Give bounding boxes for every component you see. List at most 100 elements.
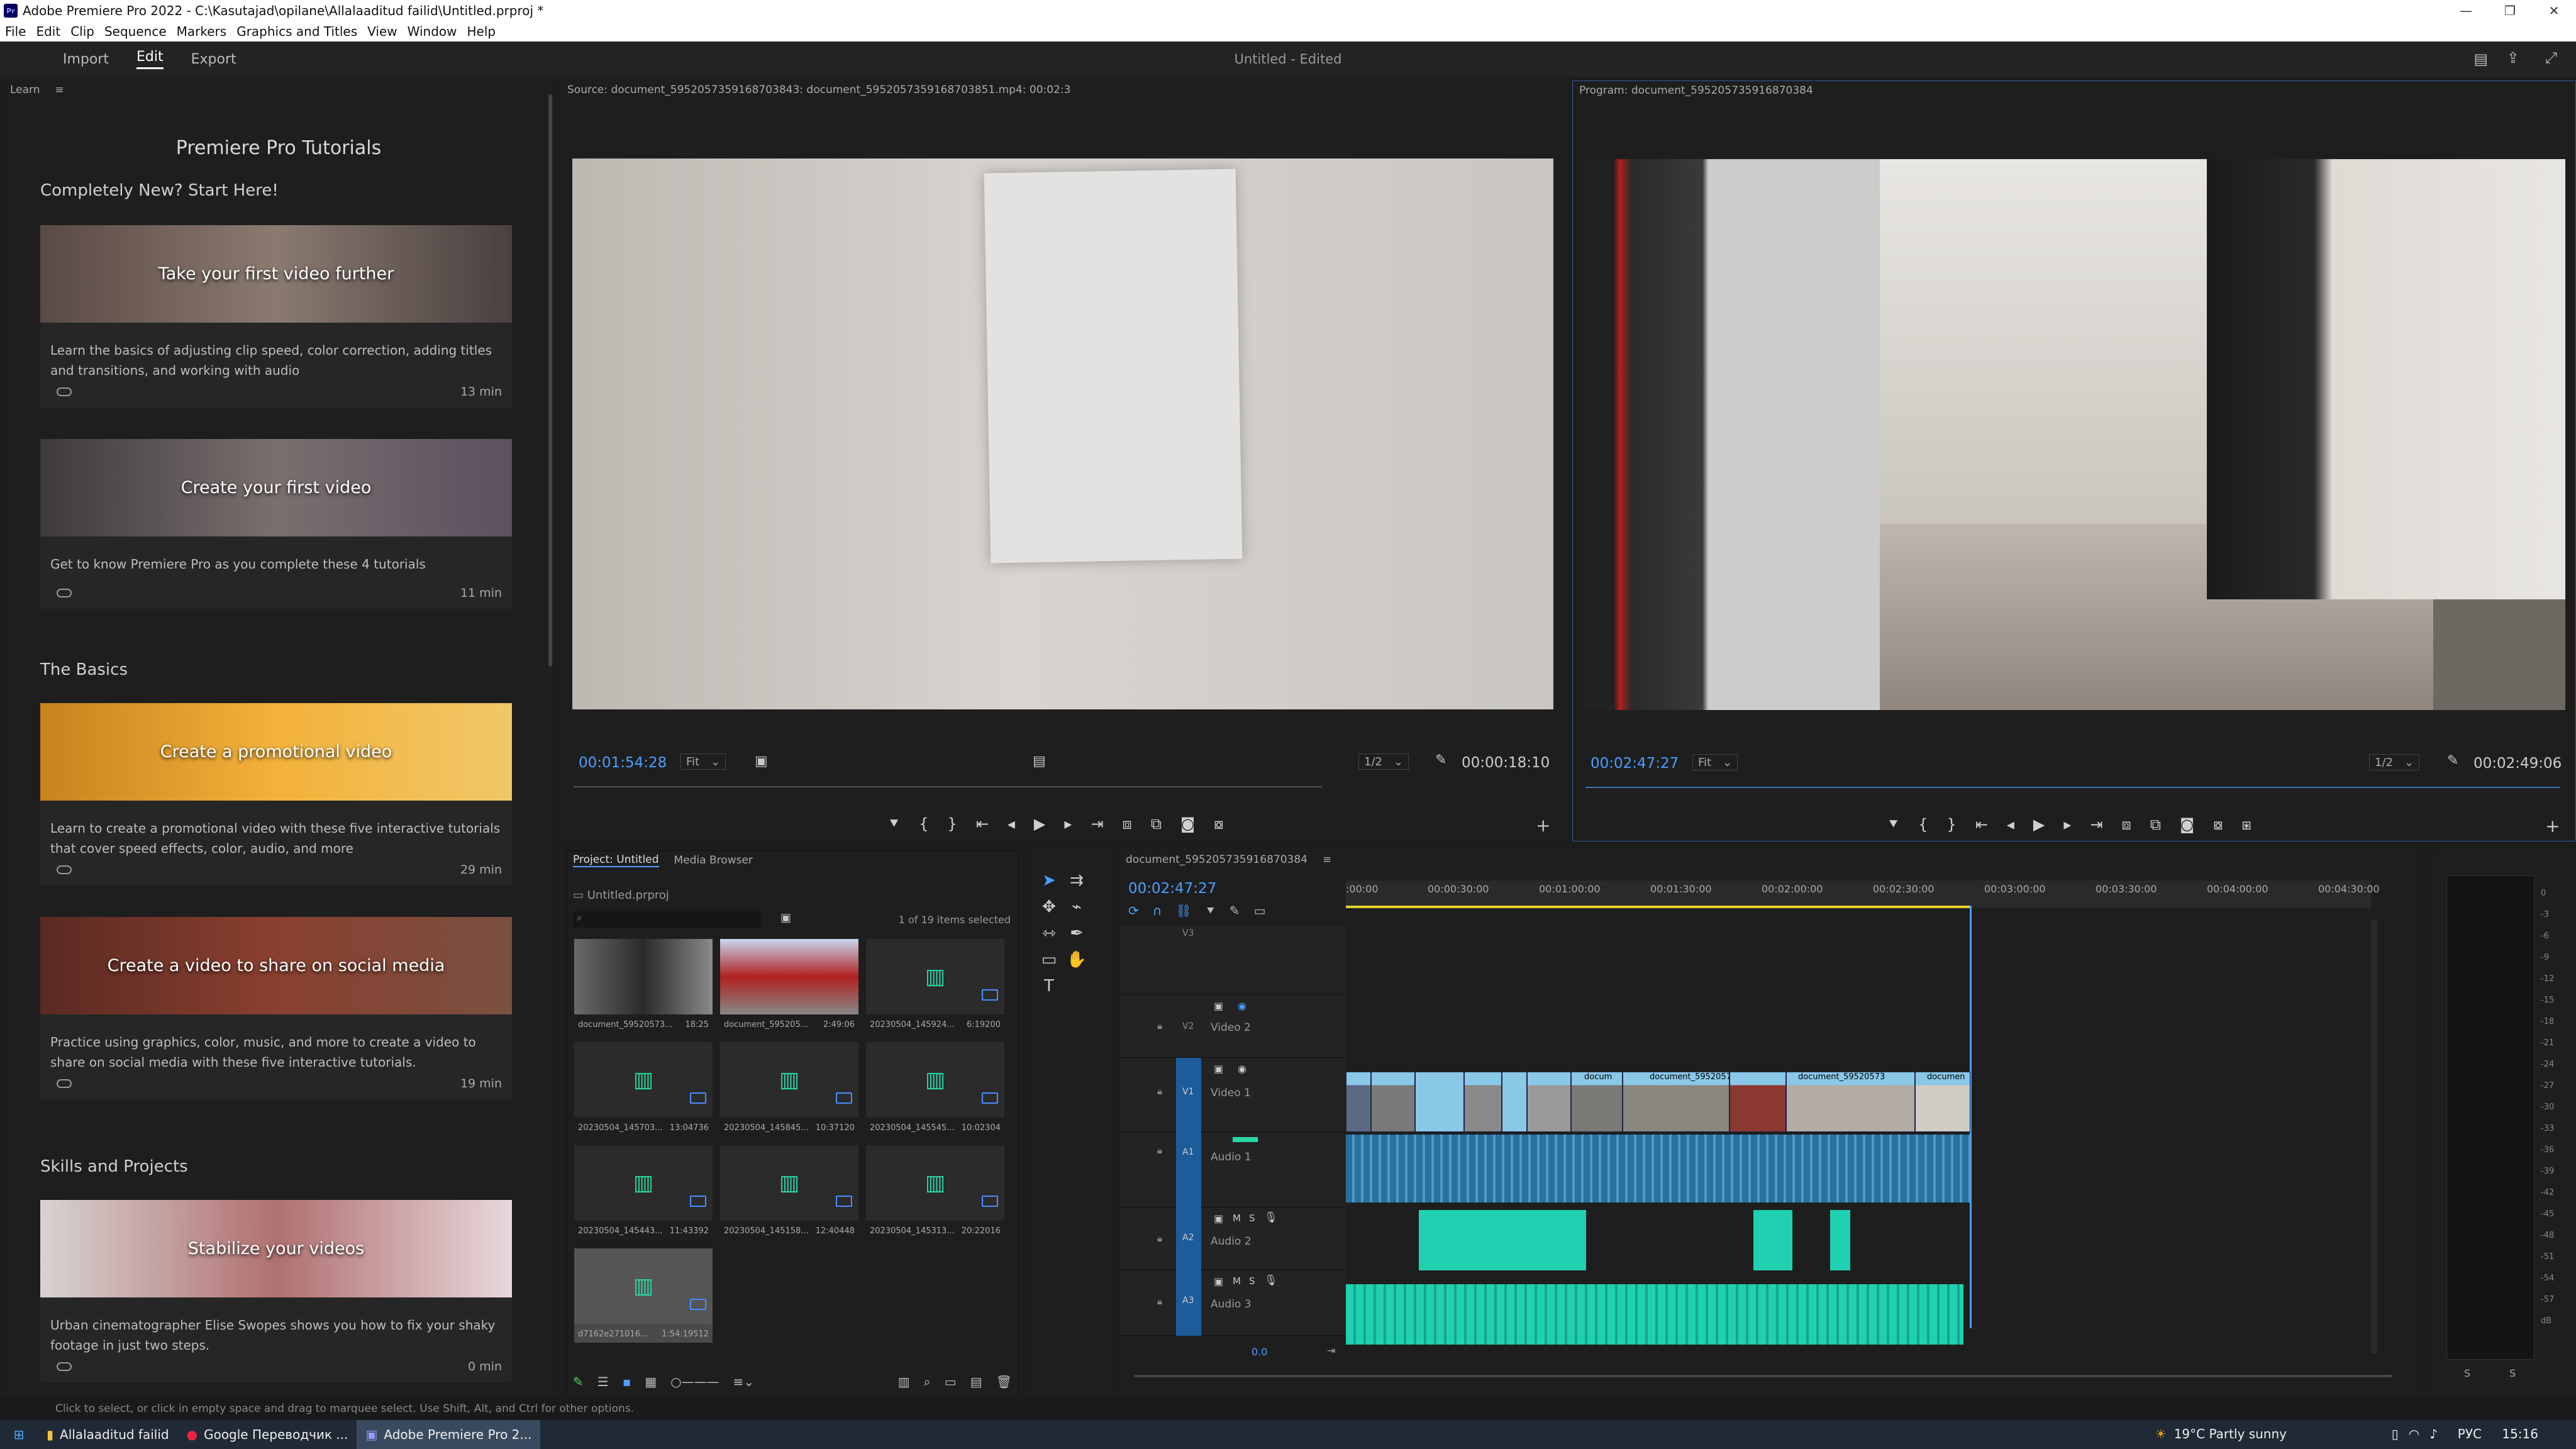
find-icon[interactable]: ⌕ <box>924 1374 931 1389</box>
program-scrubber[interactable] <box>1585 787 2560 788</box>
step-back-icon[interactable]: ◂ <box>1008 815 1015 833</box>
go-to-in-icon[interactable]: ⇤ <box>976 815 989 833</box>
video-clip[interactable] <box>1464 1072 1502 1132</box>
list-view-icon[interactable]: ☰ <box>597 1374 609 1389</box>
video-clip[interactable] <box>1371 1072 1415 1132</box>
mark-in-icon[interactable]: { <box>919 815 928 833</box>
wrench-icon[interactable]: ✎ <box>2447 753 2458 769</box>
snap-icon[interactable]: ∩ <box>1153 903 1162 918</box>
play-icon[interactable]: ▶ <box>1034 815 1045 833</box>
project-item[interactable]: ▥ 20230504_145443... 11:43392 <box>574 1145 713 1240</box>
new-bin-icon[interactable]: ▭ <box>945 1374 957 1389</box>
fullscreen-icon[interactable]: ⤢ <box>2545 49 2557 67</box>
new-item-icon[interactable]: ▤ <box>970 1374 982 1389</box>
source-video-frame[interactable] <box>572 158 1553 709</box>
source-timecode[interactable]: 00:01:54:28 <box>579 755 667 771</box>
menu-graphics[interactable]: Graphics and Titles <box>236 24 357 39</box>
extract-icon[interactable]: ⧉ <box>2150 816 2161 833</box>
task-chrome[interactable]: ● Google Переводчик ... <box>178 1420 357 1449</box>
camera-icon[interactable]: ◙ <box>1180 815 1195 833</box>
menu-view[interactable]: View <box>367 24 397 39</box>
tab-import[interactable]: Import <box>63 52 109 67</box>
settings-wrench-icon[interactable]: ✎ <box>1230 903 1240 918</box>
timeline-vertical-scrollbar[interactable] <box>2371 919 2377 1353</box>
battery-icon[interactable]: ▯ <box>2392 1426 2399 1441</box>
workspaces-icon[interactable]: ▤ <box>2473 50 2488 68</box>
film-icon[interactable]: ▣ <box>1214 1063 1223 1075</box>
solo-icon[interactable]: S <box>1249 1275 1255 1287</box>
program-video-frame[interactable] <box>1584 159 2565 710</box>
add-marker-icon[interactable]: ⯆ <box>1206 903 1216 918</box>
tutorial-card[interactable]: Create a promotional video Learn to crea… <box>40 703 512 886</box>
audio-clip[interactable] <box>1753 1210 1792 1270</box>
source-scrubber[interactable] <box>574 786 1322 787</box>
tutorial-card[interactable]: Stabilize your videos Urban cinematograp… <box>40 1200 512 1382</box>
project-item[interactable]: document_59520573... 18:25 <box>574 939 713 1033</box>
project-item[interactable]: ▥ 20230504_145845... 10:37120 <box>720 1042 858 1136</box>
rectangle-tool-icon[interactable]: ▭ <box>1036 947 1062 972</box>
menu-file[interactable]: File <box>5 24 26 39</box>
camera-icon[interactable]: ◙ <box>2180 816 2194 833</box>
wrench-icon[interactable]: ✎ <box>1435 752 1446 768</box>
mark-in-icon[interactable]: { <box>1918 816 1928 833</box>
program-fit-select[interactable]: Fit ⌄ <box>1692 754 1738 770</box>
panel-menu-icon[interactable]: ≡ <box>55 84 64 96</box>
audio-clip[interactable] <box>1419 1210 1502 1270</box>
wifi-icon[interactable]: ◠ <box>2409 1426 2419 1441</box>
slip-tool-icon[interactable]: ⇿ <box>1036 921 1062 946</box>
project-item[interactable]: ▥ 20230504_145924... 6:19200 <box>866 939 1004 1033</box>
play-icon[interactable]: ▶ <box>2033 816 2045 833</box>
tutorial-card[interactable]: Create your first video Get to know Prem… <box>40 439 512 609</box>
menu-clip[interactable]: Clip <box>70 24 94 39</box>
lock-icon[interactable]: 🔒︎ <box>1157 1145 1162 1156</box>
audio-clip[interactable] <box>1497 1210 1586 1270</box>
lock-icon[interactable]: 🔒︎ <box>1157 1020 1162 1031</box>
master-volume[interactable]: 0.0 <box>1252 1346 1267 1358</box>
sort-icon[interactable]: ≡⌄ <box>733 1374 755 1389</box>
tutorial-card[interactable]: Create a video to share on social media … <box>40 917 512 1099</box>
film-icon[interactable]: ▣ <box>1214 1213 1223 1224</box>
project-search-input[interactable]: ⌕ <box>573 911 762 928</box>
tab-edit[interactable]: Edit <box>136 49 164 69</box>
lock-icon[interactable]: 🔒︎ <box>1157 1233 1162 1244</box>
film-icon[interactable]: ▣ <box>1214 1275 1223 1287</box>
hand-tool-icon[interactable]: ✋ <box>1064 947 1089 972</box>
freeform-view-icon[interactable]: ▦ <box>645 1374 657 1389</box>
settings-icon[interactable]: ▤ <box>1033 753 1046 769</box>
track-select-tool-icon[interactable]: ⇉ <box>1064 868 1089 893</box>
share-icon[interactable]: ⇪ <box>2507 49 2519 67</box>
marker-icon[interactable]: ⯆ <box>888 815 900 833</box>
tab-media-browser[interactable]: Media Browser <box>674 854 753 867</box>
tab-project[interactable]: Project: Untitled <box>573 853 659 867</box>
go-to-end-icon[interactable]: ⇥ <box>1327 1345 1335 1357</box>
insert-icon[interactable]: ⧈ <box>1123 815 1132 833</box>
program-label[interactable]: Program: document_595205735916870384 <box>1579 84 1813 97</box>
mute-icon[interactable]: M <box>1233 1213 1241 1224</box>
solo-right-button[interactable]: S <box>2509 1367 2516 1379</box>
project-item[interactable]: ▥ 20230504_145703... 13:04736 <box>574 1042 713 1136</box>
microphone-icon[interactable]: 🎙︎ <box>1264 1211 1278 1224</box>
menu-window[interactable]: Window <box>408 24 457 39</box>
video-clip[interactable]: document_59520573 <box>1786 1072 1915 1132</box>
go-to-in-icon[interactable]: ⇤ <box>1975 816 1988 833</box>
sequence-tab[interactable]: document_595205735916870384 <box>1126 853 1307 866</box>
video-clip[interactable] <box>1729 1072 1786 1132</box>
marker-icon[interactable]: ⯆ <box>1887 816 1899 833</box>
panel-menu-icon[interactable]: ≡ <box>1323 853 1331 866</box>
menu-help[interactable]: Help <box>467 24 496 39</box>
step-back-icon[interactable]: ◂ <box>2007 816 2014 833</box>
timeline-timecode[interactable]: 00:02:47:27 <box>1128 880 1216 897</box>
export-frame-icon[interactable]: ⧇ <box>1214 815 1223 833</box>
ripple-edit-tool-icon[interactable]: ✥ <box>1036 894 1062 919</box>
lock-icon[interactable]: 🔒︎ <box>1157 1296 1162 1307</box>
task-explorer[interactable]: ▮ Allalaaditud failid <box>38 1420 178 1449</box>
automate-icon[interactable]: ▥ <box>898 1374 910 1389</box>
trash-icon[interactable]: 🗑 <box>996 1374 1012 1389</box>
lift-icon[interactable]: ⧈ <box>2122 816 2131 833</box>
new-bin-icon[interactable]: ▣ <box>780 911 791 924</box>
close-button[interactable]: ✕ <box>2532 0 2576 21</box>
volume-icon[interactable]: ♪ <box>2429 1426 2438 1441</box>
video-clip[interactable]: documen <box>1915 1072 1970 1132</box>
project-item-selected[interactable]: ▥ d7162e271016... 1:54:19512 <box>574 1248 713 1343</box>
zoom-slider[interactable]: ○——— <box>670 1374 719 1389</box>
